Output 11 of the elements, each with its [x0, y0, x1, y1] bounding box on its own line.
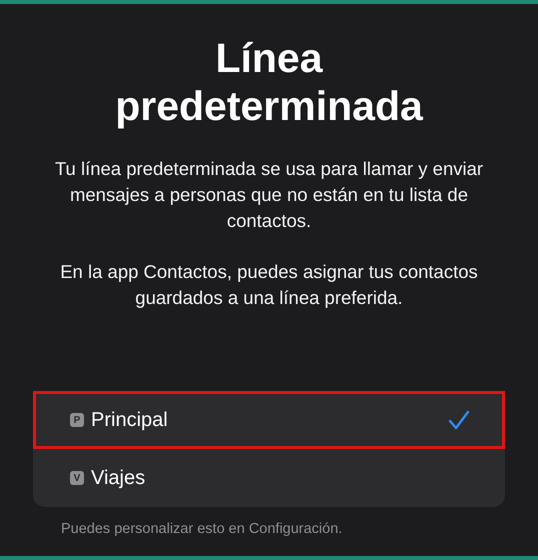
- line-option[interactable]: P Principal: [33, 391, 505, 449]
- footer-note: Puedes personalizar esto en Configuración.: [60, 521, 344, 537]
- checkmark-icon: [448, 410, 470, 430]
- screen-title: Línea predeterminada: [114, 34, 424, 130]
- description-text: En la app Contactos, puedes asignar tus contactos guardados a una línea preferida.: [59, 260, 479, 310]
- line-badge: P: [70, 413, 84, 427]
- line-option[interactable]: V Viajes: [33, 449, 505, 507]
- line-label: Viajes: [91, 466, 146, 490]
- line-label: Principal: [91, 408, 168, 432]
- description-text: Tu línea predeterminada se usa para llamar y enviar mensajes a personas que no están en tu lista de contactos.: [54, 157, 484, 233]
- line-badge: V: [70, 471, 84, 485]
